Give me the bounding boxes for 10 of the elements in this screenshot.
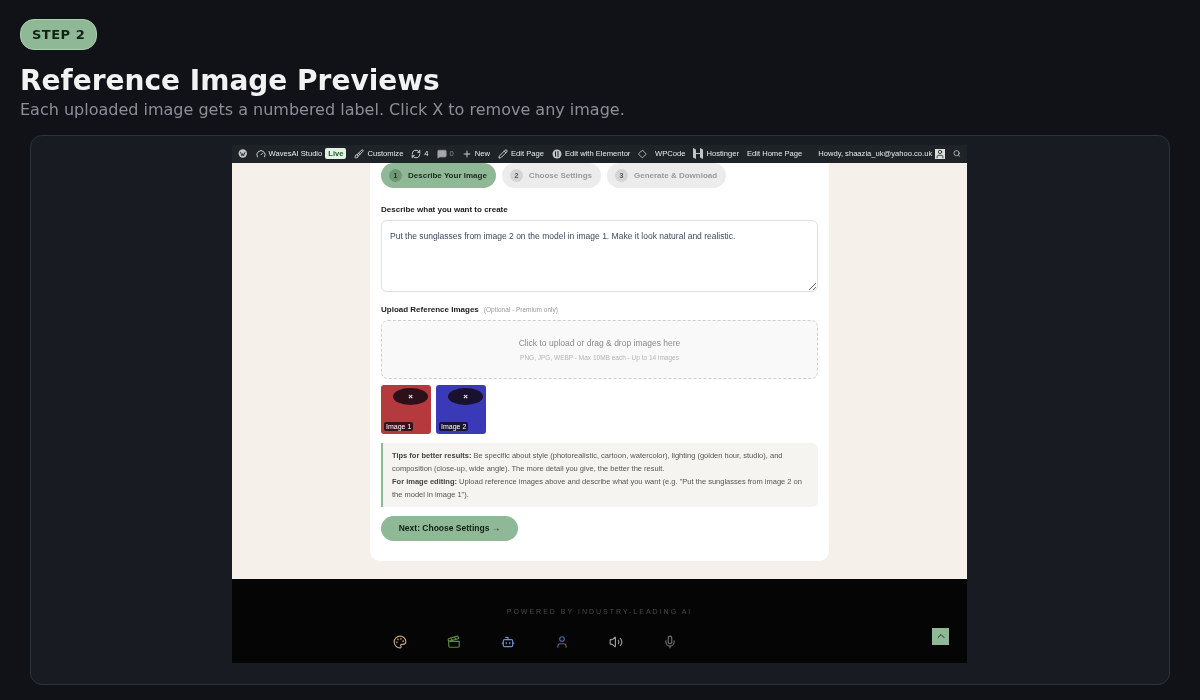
remove-button[interactable]: ×: [448, 387, 483, 405]
remove-button[interactable]: ×: [393, 387, 428, 405]
upload-label: Upload Reference Images: [381, 304, 479, 314]
step-badge: STEP 2: [20, 19, 98, 50]
next-button[interactable]: Next: Choose Settings →: [381, 515, 518, 541]
page-title: Reference Image Previews: [20, 64, 441, 98]
prompt-label: Describe what you want to create: [381, 204, 509, 214]
prompt-field[interactable]: Put the sunglasses from image 2 on the model in image 1. Make it look natural and realistic.: [381, 219, 818, 292]
dropzone-text: Click to upload or drag & drop images here: [518, 337, 681, 348]
page-subtitle: Each uploaded image gets a numbered label. Click X to remove any image.: [20, 99, 626, 119]
